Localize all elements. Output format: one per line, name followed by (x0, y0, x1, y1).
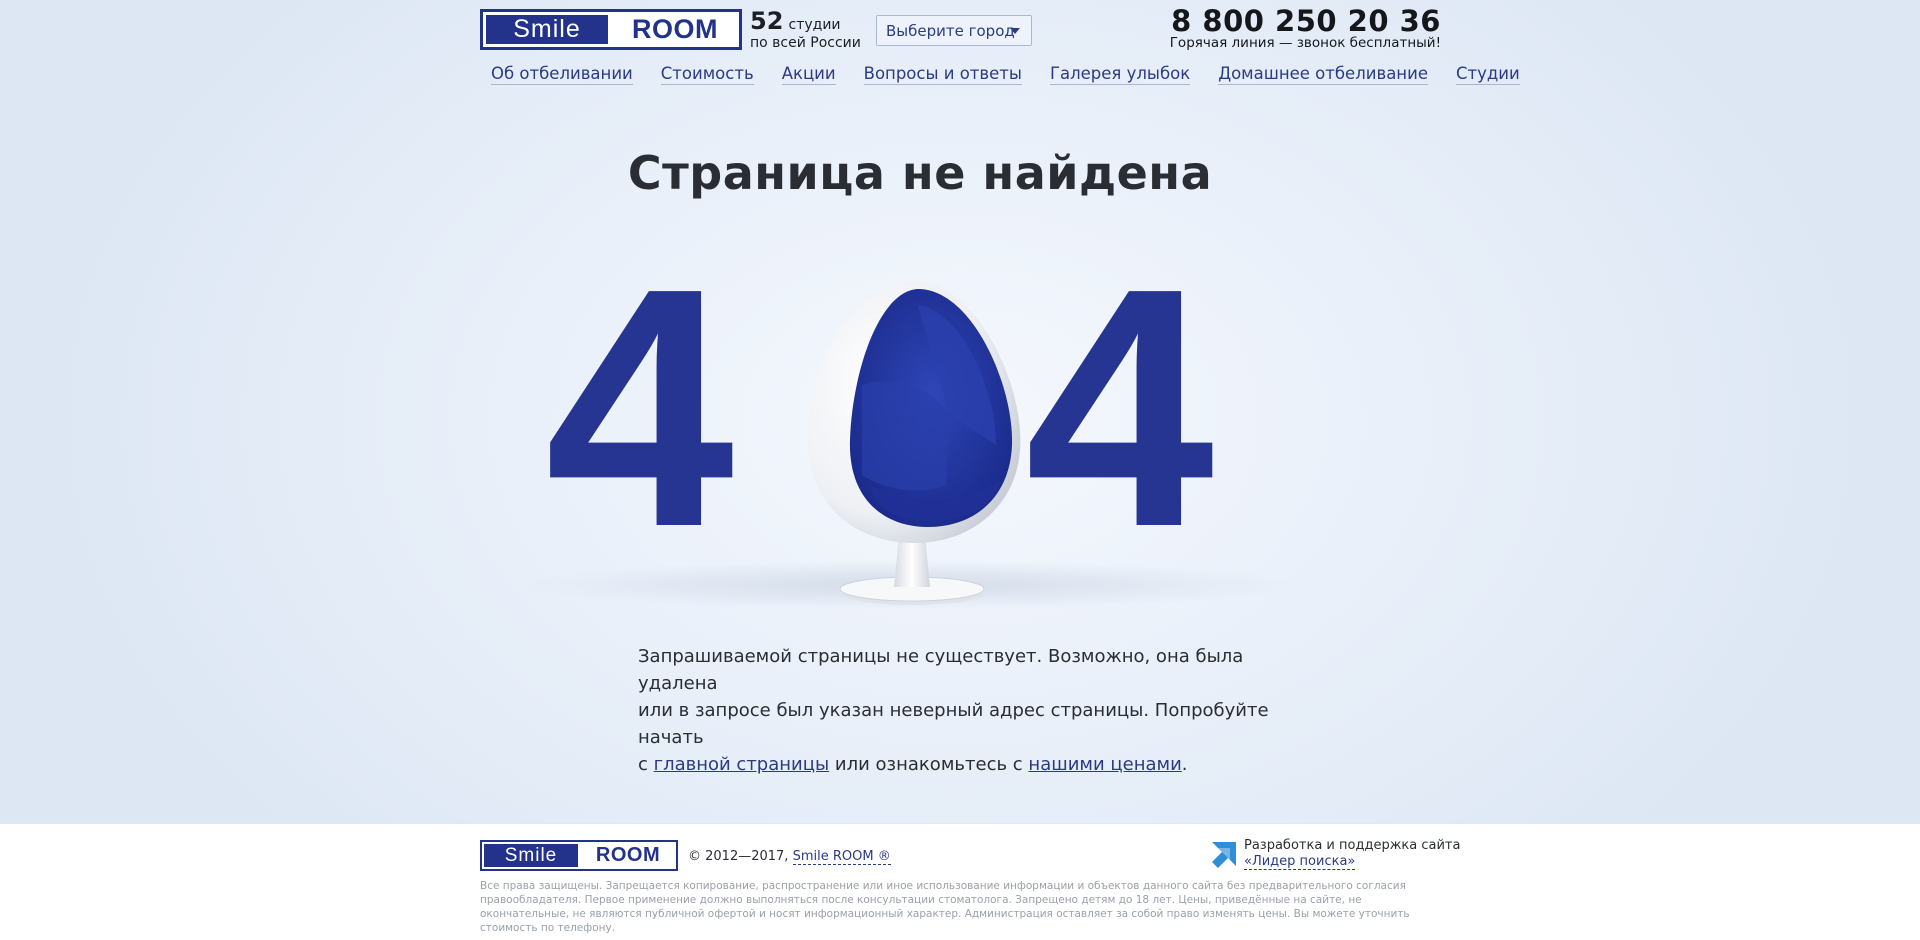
developer-text: Разработка и поддержка сайта «Лидер поис… (1244, 838, 1460, 870)
nav-item-faq[interactable]: Вопросы и ответы (863, 64, 1022, 85)
main-nav: Об отбеливании Стоимость Акции Вопросы и… (491, 64, 1520, 85)
digit-four-left: 4 (545, 218, 735, 598)
header: Smile ROOM 52 студии по всей России Выбе… (480, 4, 1441, 54)
prices-link[interactable]: нашими ценами (1028, 754, 1181, 775)
message-prefix: с (638, 754, 654, 775)
footer-logo[interactable]: Smile ROOM (480, 840, 678, 871)
footer-logo-room-text: ROOM (595, 844, 661, 866)
studios-count: 52 студии по всей России (750, 9, 861, 50)
nav-item-studios[interactable]: Студии (1455, 64, 1520, 85)
logo-smile-text: Smile (486, 15, 608, 44)
footer-logo-smile-text: Smile (484, 844, 578, 867)
header-logo[interactable]: Smile ROOM (480, 9, 742, 50)
arrow-logo-icon (1212, 842, 1236, 868)
city-select-label: Выберите город (886, 21, 1015, 40)
copyright: © 2012—2017, Smile ROOM ® (688, 849, 891, 865)
legal-disclaimer: Все права защищены. Запрещается копирова… (480, 880, 1410, 934)
footer: Smile ROOM © 2012—2017, Smile ROOM ® Раз… (0, 823, 1920, 940)
message-suffix: . (1181, 754, 1188, 775)
chevron-down-icon (1010, 28, 1020, 34)
developer-link[interactable]: «Лидер поиска» (1244, 854, 1356, 870)
city-select[interactable]: Выберите город (876, 15, 1032, 46)
message-middle: или ознакомьтесь с (829, 754, 1029, 775)
logo-room-text: ROOM (632, 14, 718, 44)
copyright-prefix: © 2012—2017, (688, 849, 793, 864)
error-404-graphic: 4 4 (500, 238, 1300, 610)
egg-chair-icon (808, 280, 1021, 605)
message-line-1: Запрашиваемой страницы не существует. Во… (638, 646, 1244, 694)
nav-item-promotions[interactable]: Акции (781, 64, 836, 85)
error-message: Запрашиваемой страницы не существует. Во… (638, 643, 1288, 778)
nav-item-gallery[interactable]: Галерея улыбок (1049, 64, 1191, 85)
studios-number: 52 (750, 7, 784, 35)
home-page-link[interactable]: главной страницы (654, 754, 830, 775)
phone-number[interactable]: 8 800 250 20 36 (1170, 4, 1441, 38)
page: Smile ROOM 52 студии по всей России Выбе… (0, 0, 1920, 940)
nav-item-home-whitening[interactable]: Домашнее отбеливание (1218, 64, 1428, 85)
developer-credit: Разработка и поддержка сайта «Лидер поис… (1210, 838, 1460, 870)
digit-four-right: 4 (1025, 218, 1215, 598)
message-line-2: или в запросе был указан неверный адрес … (638, 700, 1269, 748)
phone-note: Горячая линия — звонок бесплатный! (1169, 35, 1441, 51)
hotline: 8 800 250 20 36 Горячая линия — звонок б… (1170, 4, 1441, 51)
page-title: Страница не найдена (627, 146, 1213, 200)
copyright-link[interactable]: Smile ROOM ® (792, 849, 891, 865)
studios-sub: по всей России (750, 35, 861, 51)
studios-word: студии (788, 17, 841, 33)
developer-line: Разработка и поддержка сайта (1244, 838, 1461, 853)
nav-item-prices[interactable]: Стоимость (660, 64, 754, 85)
nav-item-whitening[interactable]: Об отбеливании (491, 64, 633, 85)
